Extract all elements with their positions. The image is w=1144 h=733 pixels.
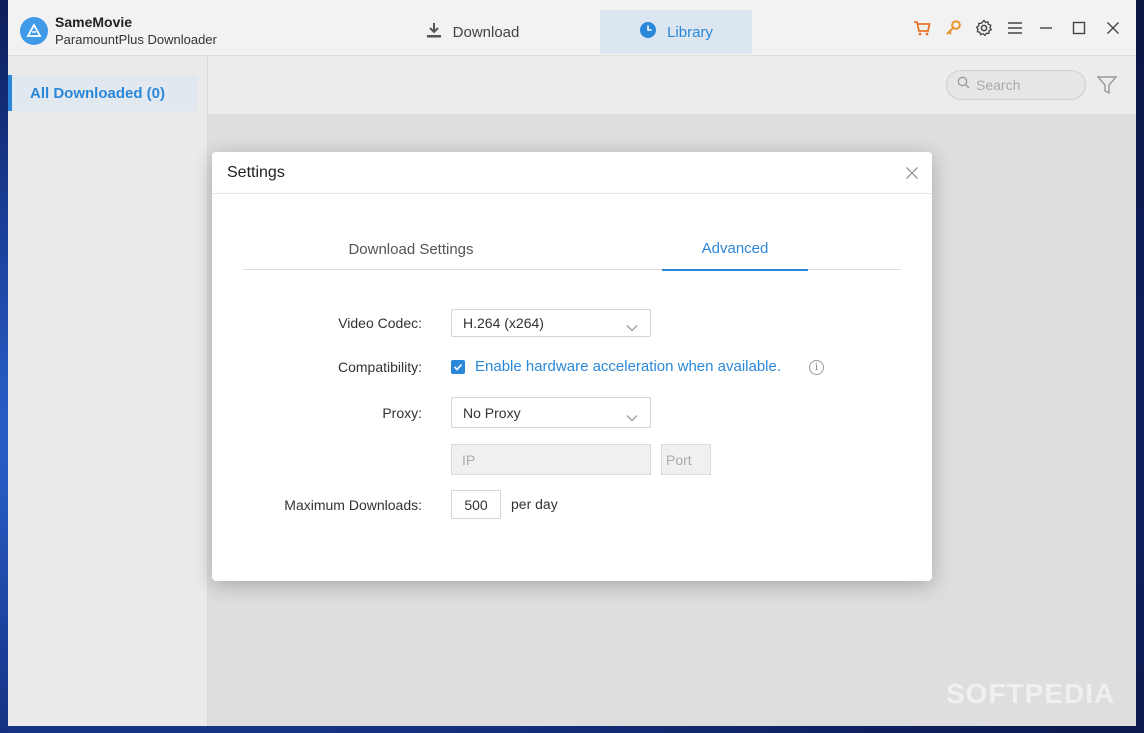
video-codec-label: Video Codec: xyxy=(338,315,422,331)
dialog-header: Settings xyxy=(212,152,932,194)
app-logo-icon xyxy=(20,17,48,45)
search-input[interactable]: Search xyxy=(946,70,1086,100)
sidebar: All Downloaded (0) xyxy=(8,56,208,726)
library-toolbar: Search xyxy=(208,56,1136,115)
nav-tab-download[interactable]: Download xyxy=(406,10,538,54)
nav-tab-library[interactable]: Library xyxy=(600,10,752,54)
minimize-icon[interactable] xyxy=(1037,19,1055,37)
per-day-label: per day xyxy=(511,496,558,512)
proxy-value: No Proxy xyxy=(463,404,521,421)
clock-icon xyxy=(639,21,657,43)
video-codec-value: H.264 (x264) xyxy=(463,315,544,331)
app-subtitle: ParamountPlus Downloader xyxy=(55,32,217,47)
key-icon[interactable] xyxy=(944,19,962,37)
hw-accel-checkbox[interactable] xyxy=(451,360,465,374)
nav-download-label: Download xyxy=(452,23,520,41)
nav-library-label: Library xyxy=(667,23,713,41)
max-downloads-label: Maximum Downloads: xyxy=(284,497,422,513)
close-icon[interactable] xyxy=(1104,19,1122,37)
dialog-title: Settings xyxy=(227,164,285,181)
sidebar-item-all-downloaded[interactable]: All Downloaded (0) xyxy=(8,75,198,111)
maximize-icon[interactable] xyxy=(1070,19,1088,37)
chevron-down-icon xyxy=(626,319,638,335)
softpedia-watermark: SOFTPEDIA xyxy=(946,678,1116,709)
download-icon xyxy=(425,21,443,43)
video-codec-select[interactable]: H.264 (x264) xyxy=(451,309,651,337)
max-downloads-input[interactable]: 500 xyxy=(451,490,501,519)
tab-advanced[interactable]: Advanced xyxy=(662,228,808,271)
proxy-label: Proxy: xyxy=(382,405,422,421)
gear-icon[interactable] xyxy=(975,19,993,37)
hw-accel-label[interactable]: Enable hardware acceleration when availa… xyxy=(475,358,781,375)
tab-download-settings[interactable]: Download Settings xyxy=(311,228,511,270)
menu-icon[interactable] xyxy=(1006,19,1024,37)
proxy-port-field[interactable]: Port xyxy=(661,444,711,475)
search-icon xyxy=(957,76,970,94)
cart-icon[interactable] xyxy=(913,19,931,37)
filter-icon[interactable] xyxy=(1096,74,1118,101)
proxy-select[interactable]: No Proxy xyxy=(451,397,651,428)
settings-tabs: Download Settings Advanced xyxy=(243,228,901,271)
search-placeholder: Search xyxy=(976,77,1021,93)
info-icon[interactable]: i xyxy=(809,360,824,375)
settings-dialog: Settings Download Settings Advanced Vide… xyxy=(212,152,932,581)
chevron-down-icon xyxy=(626,409,638,425)
app-name: SameMovie xyxy=(55,14,133,30)
proxy-ip-field[interactable]: IP xyxy=(451,444,651,475)
dialog-close-icon[interactable] xyxy=(905,166,919,180)
title-bar: SameMovie ParamountPlus Downloader Downl… xyxy=(8,0,1136,56)
compatibility-label: Compatibility: xyxy=(337,359,422,375)
